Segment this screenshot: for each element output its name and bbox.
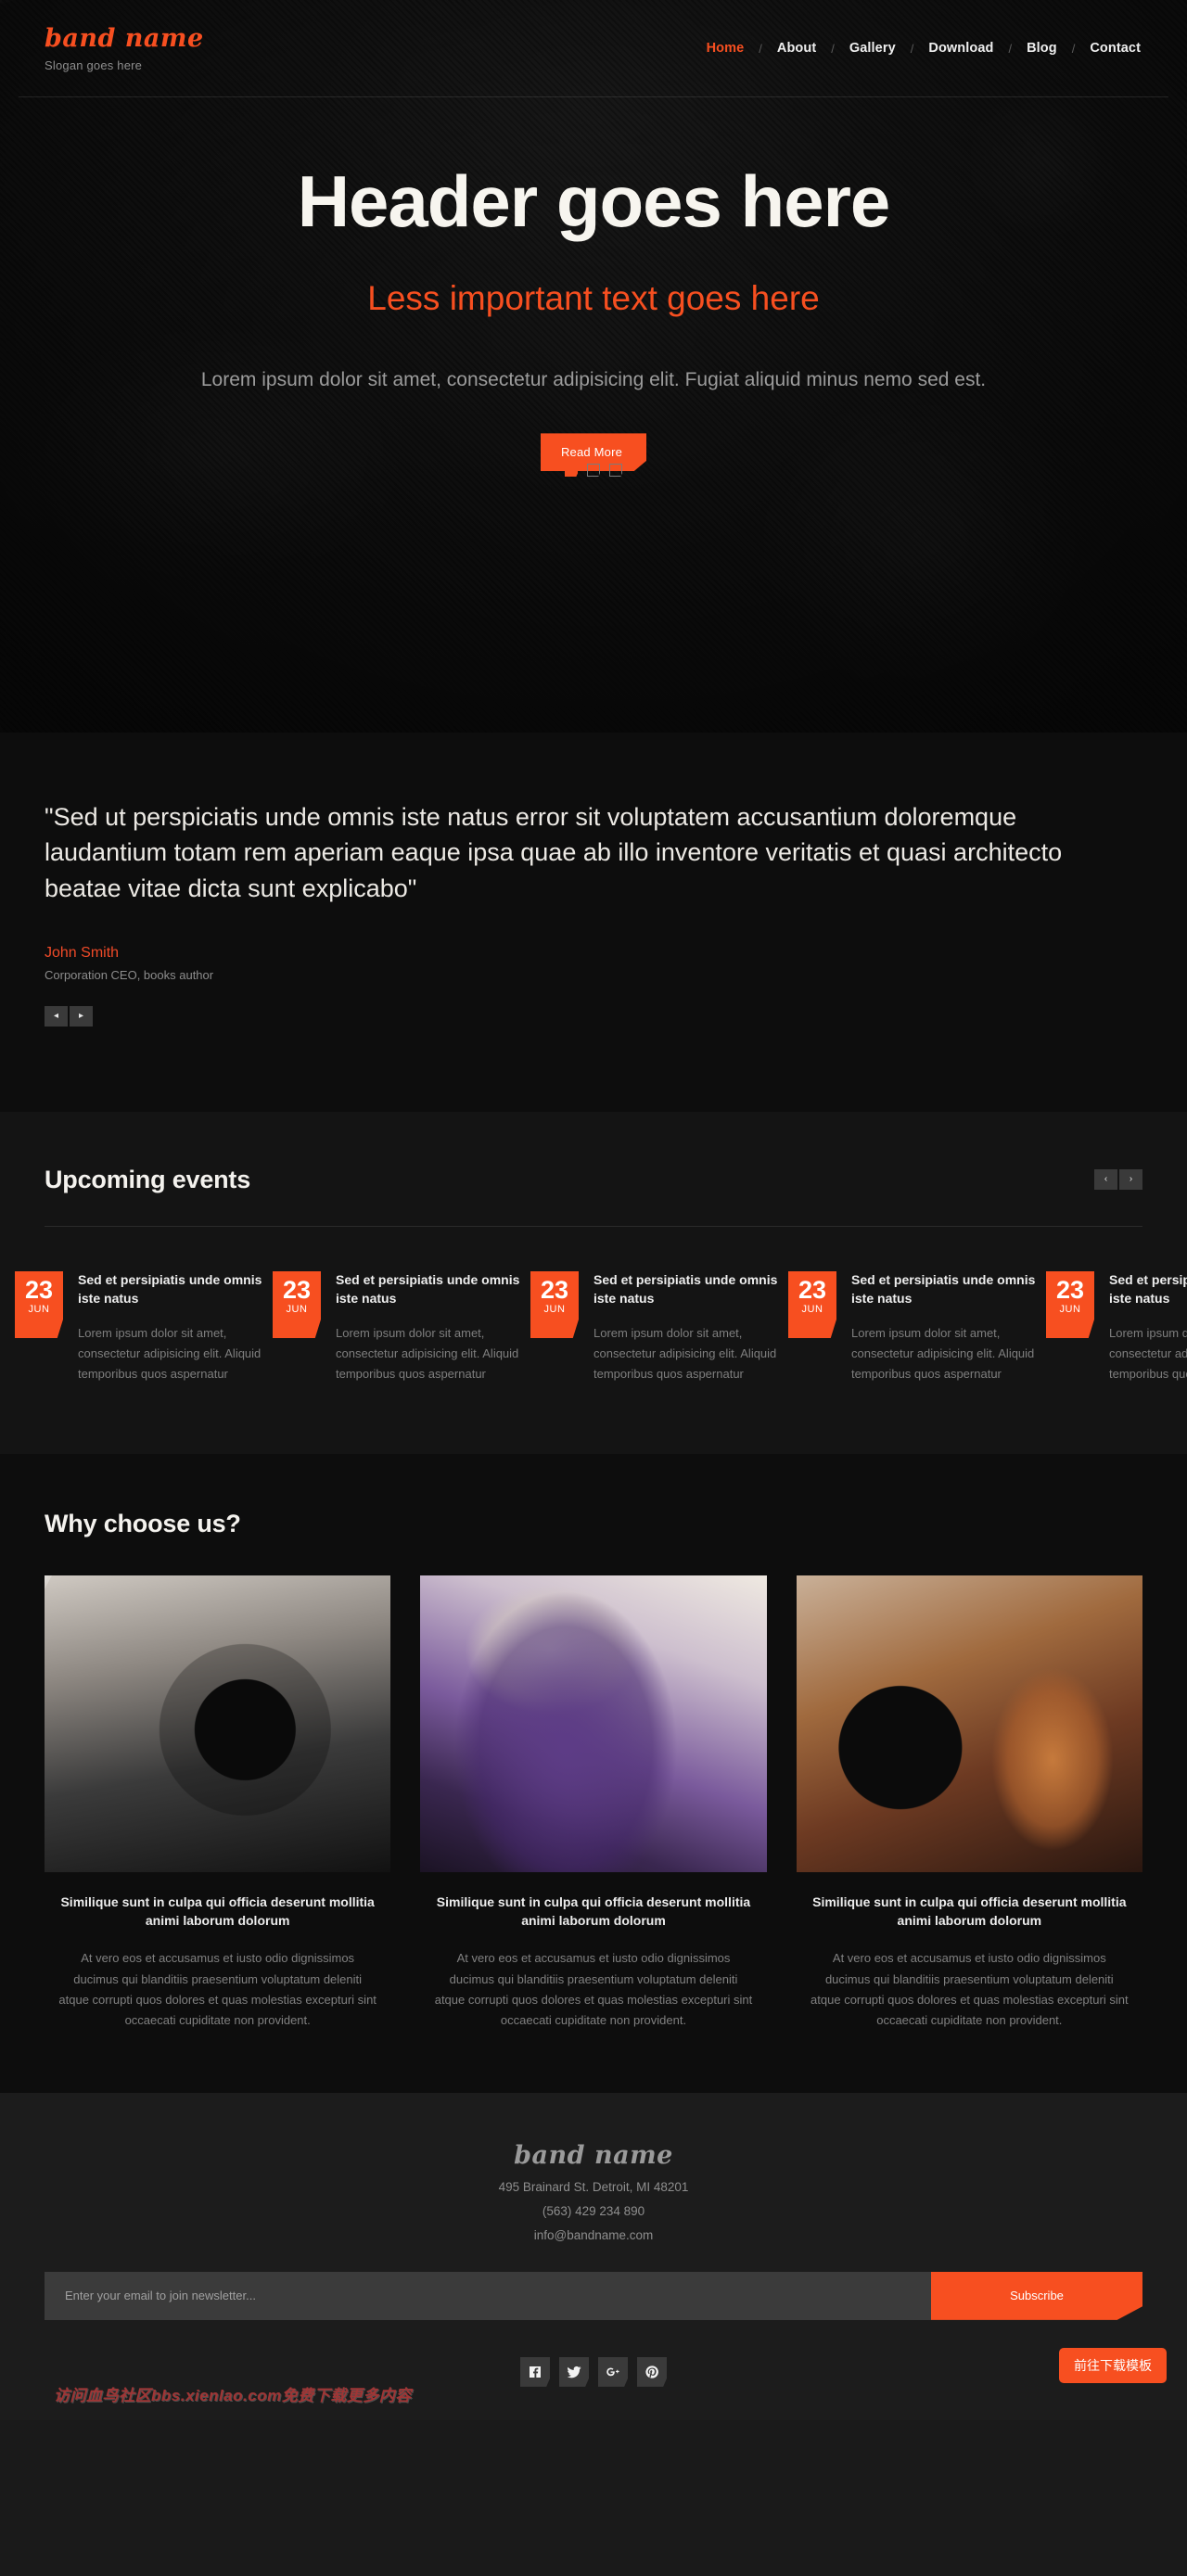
event-title: Sed et persipiatis unde omnis iste natus [594,1271,778,1306]
events-title: Upcoming events [45,1165,251,1193]
brand-slogan: Slogan goes here [45,57,143,72]
feature-card[interactable]: Similique sunt in culpa qui officia dese… [420,1575,767,2032]
event-title: Sed et persipiatis unde omnis iste natus [851,1271,1036,1306]
pinterest-icon[interactable] [637,2356,667,2387]
event-date-badge: 23 JUN [788,1270,836,1338]
footer-address: 495 Brainard St. Detroit, MI 48201 [498,2179,689,2194]
event-card[interactable]: 23 JUN Sed et persipiatis unde omnis ist… [530,1270,788,1385]
headphones-image [45,1575,391,1872]
hero-title: Header goes here [297,160,891,242]
event-card[interactable]: 23 JUN Sed et persipiatis unde omnis ist… [273,1270,530,1385]
nav-item-blog[interactable]: Blog [1025,41,1059,56]
newsletter-email-input[interactable] [45,2271,931,2320]
event-date-badge: 23 JUN [15,1270,63,1338]
event-text: Lorem ipsum dolor sit amet, consectetur … [336,1325,519,1382]
event-card[interactable]: 23 JUN Sed et persipiatis unde omnis ist… [788,1270,1046,1385]
event-date-badge: 23 JUN [273,1270,321,1338]
feature-title: Similique sunt in culpa qui officia dese… [60,1894,375,1929]
event-text: Lorem ipsum dolor sit amet, consectetur … [1109,1325,1187,1382]
event-month: JUN [286,1304,308,1316]
testimonial-section: "Sed ut perspiciatis unde omnis iste nat… [0,733,1187,1112]
nav-item-contact[interactable]: Contact [1088,41,1142,56]
vinyl-guitar-image [796,1575,1142,1872]
twitter-icon[interactable] [559,2356,589,2387]
feature-text: At vero eos et accusamus et iusto odio d… [434,1951,753,2028]
site-footer: band name 495 Brainard St. Detroit, MI 4… [0,2092,1187,2420]
site-watermark: 访问血鸟社区bbs.xienlao.com免费下载更多内容 [54,2386,412,2404]
event-month: JUN [28,1304,50,1316]
events-header: Upcoming events ‹ › [45,1166,1142,1194]
event-day: 23 [24,1275,54,1304]
feature-title: Similique sunt in culpa qui officia dese… [436,1894,751,1929]
events-carousel[interactable]: 23 JUN Sed et persipiatis unde omnis ist… [15,1270,1187,1385]
subscribe-button[interactable]: Subscribe [931,2271,1142,2320]
nav-separator: / [910,41,914,56]
download-template-button[interactable]: 前往下载模板 [1059,2347,1167,2383]
event-card[interactable]: 23 JUN Sed et persipiatis unde omnis ist… [15,1270,273,1385]
nav-item-home[interactable]: Home [705,41,747,56]
slider-dot-2[interactable] [587,464,600,477]
event-date-badge: 23 JUN [530,1270,579,1338]
features-grid: Similique sunt in culpa qui officia dese… [45,1575,1142,2032]
nav-item-download[interactable]: Download [926,41,995,56]
feature-text: At vero eos et accusamus et iusto odio d… [58,1951,377,2028]
event-date-badge: 23 JUN [1046,1270,1094,1338]
nav-separator: / [831,41,835,56]
event-text: Lorem ipsum dolor sit amet, consectetur … [851,1325,1035,1382]
event-card[interactable]: 23 JUN Sed et persipiatis unde omnis ist… [1046,1270,1187,1385]
events-divider [45,1225,1142,1227]
google-plus-icon[interactable] [598,2356,628,2387]
footer-phone: (563) 429 234 890 [542,2203,645,2218]
feature-text: At vero eos et accusamus et iusto odio d… [810,1951,1129,2028]
brand-name: band name [45,23,204,53]
hero-description: Lorem ipsum dolor sit amet, consectetur … [200,368,987,390]
testimonial-author: John Smith [45,944,120,961]
nav-separator: / [759,41,762,56]
event-day: 23 [282,1275,312,1304]
feature-card[interactable]: Similique sunt in culpa qui officia dese… [45,1575,391,2032]
testimonial-prev-button[interactable]: ◂ [45,1005,68,1027]
slider-dot-1[interactable] [565,464,578,477]
facebook-icon[interactable] [520,2356,550,2387]
testimonial-role: Corporation CEO, books author [45,967,214,982]
feature-title: Similique sunt in culpa qui officia dese… [812,1894,1127,1929]
event-title: Sed et persipiatis unde omnis iste natus [78,1271,262,1306]
hero-section: band name Slogan goes here Home / About … [0,0,1187,733]
events-prev-button[interactable]: ‹ [1094,1169,1117,1191]
nav-separator: / [1008,41,1013,56]
hero-subtitle: Less important text goes here [367,278,820,317]
nav-separator: / [1071,41,1076,56]
slider-dot-3[interactable] [609,464,622,477]
event-day: 23 [1055,1275,1085,1304]
events-nav[interactable]: ‹ › [1094,1169,1142,1191]
why-choose-us-section: Why choose us? Similique sunt in culpa q… [0,1453,1187,2093]
event-day: 23 [540,1275,569,1304]
event-month: JUN [801,1304,823,1316]
events-next-button[interactable]: › [1119,1169,1142,1191]
nav-item-gallery[interactable]: Gallery [848,41,898,56]
footer-email: info@bandname.com [533,2227,654,2242]
event-day: 23 [798,1275,827,1304]
event-text: Lorem ipsum dolor sit amet, consectetur … [78,1325,262,1382]
dj-image [420,1575,767,1872]
testimonial-next-button[interactable]: ▸ [70,1005,93,1027]
feature-card[interactable]: Similique sunt in culpa qui officia dese… [796,1575,1142,2032]
hero-slider-dots[interactable] [19,464,1168,477]
brand-logo[interactable]: band name Slogan goes here [45,26,204,71]
testimonial-nav[interactable]: ◂ ▸ [45,1005,1142,1027]
newsletter-form[interactable]: Subscribe [45,2271,1142,2320]
event-title: Sed et persipiatis unde omnis iste natus [336,1271,520,1306]
footer-brand: band name [514,2140,673,2170]
event-month: JUN [543,1304,566,1316]
testimonial-quote: "Sed ut perspiciatis unde omnis iste nat… [45,803,1063,902]
event-month: JUN [1059,1304,1081,1316]
features-title: Why choose us? [45,1509,241,1537]
event-text: Lorem ipsum dolor sit amet, consectetur … [594,1325,777,1382]
upcoming-events-section: Upcoming events ‹ › 23 JUN Sed et persip… [0,1111,1187,1454]
hero-content: Header goes here Less important text goe… [19,97,1168,477]
nav-item-about[interactable]: About [775,41,818,56]
main-navigation[interactable]: Home / About / Gallery / Download / Blog… [705,41,1142,56]
site-header: band name Slogan goes here Home / About … [19,0,1168,97]
event-title: Sed et persipiatis unde omnis iste natus [1109,1271,1187,1306]
